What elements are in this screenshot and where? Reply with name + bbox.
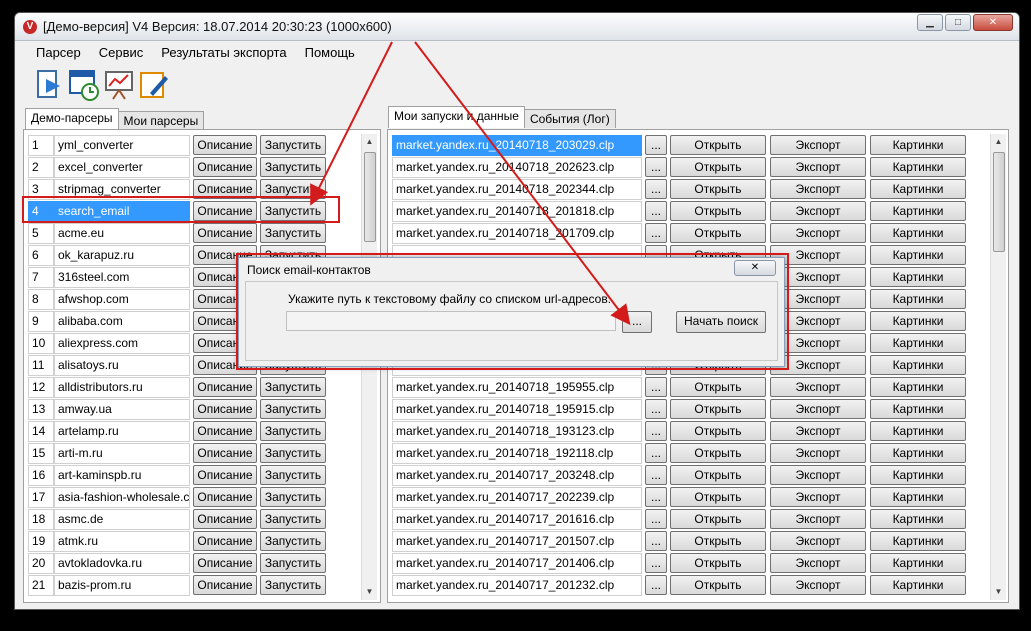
arrow-to-browse-button bbox=[414, 41, 631, 326]
annotation-arrows bbox=[310, 41, 631, 326]
arrow-to-run-button bbox=[310, 41, 393, 206]
